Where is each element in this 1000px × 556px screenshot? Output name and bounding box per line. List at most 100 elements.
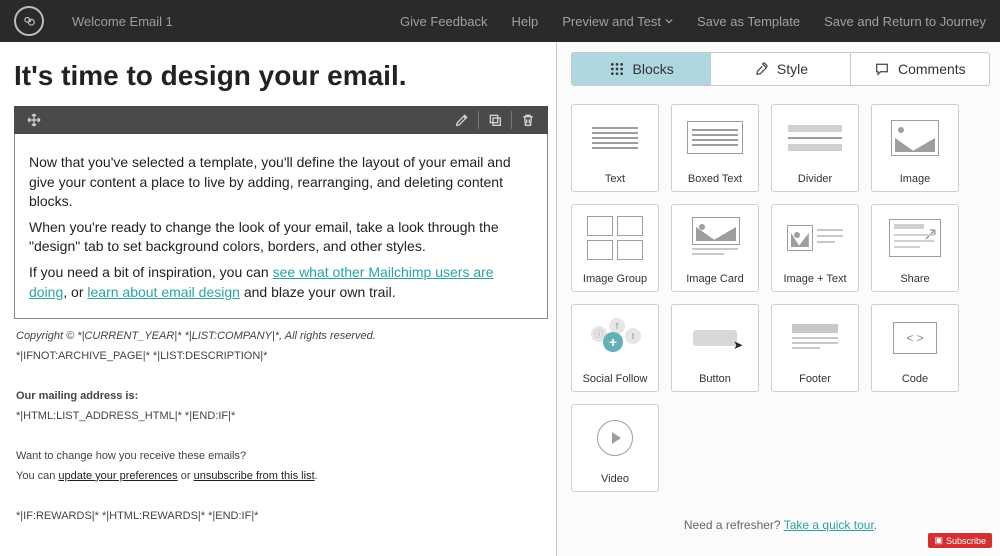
cursor-icon: ➤ xyxy=(733,338,743,352)
tab-comments-label: Comments xyxy=(898,61,966,77)
rewards-line: *|IF:REWARDS|* *|HTML:REWARDS|* *|END:IF… xyxy=(16,509,546,525)
tab-style[interactable]: Style xyxy=(710,53,849,85)
paintbrush-icon xyxy=(753,61,769,77)
block-label: Divider xyxy=(798,170,832,191)
block-label: Share xyxy=(900,270,929,291)
separator xyxy=(511,111,512,129)
text: , or xyxy=(63,284,87,300)
paragraph-1: Now that you've selected a template, you… xyxy=(29,153,533,212)
divider-icon xyxy=(772,105,858,170)
text: If you need a bit of inspiration, you ca… xyxy=(29,264,273,280)
save-return-link[interactable]: Save and Return to Journey xyxy=(824,14,986,29)
email-heading[interactable]: It's time to design your email. xyxy=(14,60,548,92)
block-image-card[interactable]: Image Card xyxy=(671,204,759,292)
footer-block[interactable]: Copyright © *|CURRENT_YEAR|* *|LIST:COMP… xyxy=(14,319,548,534)
block-text[interactable]: Text xyxy=(571,104,659,192)
edit-button[interactable] xyxy=(448,106,476,134)
prefs-links-line: You can update your preferences or unsub… xyxy=(16,469,546,485)
archive-line: *|IFNOT:ARCHIVE_PAGE|* *|LIST:DESCRIPTIO… xyxy=(16,349,546,365)
block-label: Video xyxy=(601,470,629,491)
address-merge: *|HTML:LIST_ADDRESS_HTML|* *|END:IF|* xyxy=(16,409,546,425)
block-label: Image Group xyxy=(583,270,647,291)
block-content[interactable]: Now that you've selected a template, you… xyxy=(29,117,533,302)
link-email-design[interactable]: learn about email design xyxy=(87,284,240,300)
block-label: Image Card xyxy=(686,270,743,291)
change-prefs-line: Want to change how you receive these ema… xyxy=(16,449,546,465)
boxed-text-icon xyxy=(672,105,758,170)
text-icon xyxy=(572,105,658,170)
address-label: Our mailing address is: xyxy=(16,389,546,405)
social-follow-icon: ⓘft+ xyxy=(572,305,658,370)
copyright-line: Copyright © *|CURRENT_YEAR|* *|LIST:COMP… xyxy=(16,329,546,345)
email-canvas: It's time to design your email. xyxy=(0,42,557,556)
image-icon xyxy=(872,105,958,170)
image-text-icon xyxy=(772,205,858,270)
help-link[interactable]: Help xyxy=(511,14,538,29)
block-social-follow[interactable]: ⓘft+ Social Follow xyxy=(571,304,659,392)
share-icon: ↗ xyxy=(872,205,958,270)
paragraph-2: When you're ready to change the look of … xyxy=(29,218,533,257)
update-preferences-link[interactable]: update your preferences xyxy=(58,470,177,482)
block-divider[interactable]: Divider xyxy=(771,104,859,192)
block-label: Boxed Text xyxy=(688,170,742,191)
block-video[interactable]: Video xyxy=(571,404,659,492)
block-label: Social Follow xyxy=(583,370,648,391)
topbar-left: Welcome Email 1 xyxy=(14,6,173,36)
block-footer[interactable]: Footer xyxy=(771,304,859,392)
block-boxed-text[interactable]: Boxed Text xyxy=(671,104,759,192)
comment-icon xyxy=(874,61,890,77)
text: and blaze your own trail. xyxy=(240,284,396,300)
tab-blocks[interactable]: Blocks xyxy=(572,53,710,85)
footer-icon xyxy=(772,305,858,370)
duplicate-button[interactable] xyxy=(481,106,509,134)
panel-tabs: Blocks Style Comments xyxy=(571,52,990,86)
mailchimp-logo[interactable] xyxy=(14,6,44,36)
block-share[interactable]: ↗ Share xyxy=(871,204,959,292)
save-template-link[interactable]: Save as Template xyxy=(697,14,800,29)
button-icon: ➤ xyxy=(672,305,758,370)
paragraph-3: If you need a bit of inspiration, you ca… xyxy=(29,263,533,302)
text: Need a refresher? xyxy=(684,518,784,532)
give-feedback-link[interactable]: Give Feedback xyxy=(400,14,487,29)
video-icon xyxy=(572,405,658,470)
grid-icon xyxy=(609,61,625,77)
block-image[interactable]: Image xyxy=(871,104,959,192)
sidebar-panel: Blocks Style Comments Text Boxed Text xyxy=(557,42,1000,556)
block-code[interactable]: < > Code xyxy=(871,304,959,392)
tab-comments[interactable]: Comments xyxy=(850,53,989,85)
image-card-icon xyxy=(672,205,758,270)
move-handle[interactable] xyxy=(20,106,48,134)
campaign-title[interactable]: Welcome Email 1 xyxy=(72,14,173,29)
chevron-down-icon xyxy=(665,17,673,25)
text: You can xyxy=(16,470,58,482)
code-icon: < > xyxy=(872,305,958,370)
preview-test-menu[interactable]: Preview and Test xyxy=(562,14,673,29)
block-button[interactable]: ➤ Button xyxy=(671,304,759,392)
tab-style-label: Style xyxy=(777,61,808,77)
image-group-icon xyxy=(572,205,658,270)
block-image-text[interactable]: Image + Text xyxy=(771,204,859,292)
refresher-text: Need a refresher? Take a quick tour. xyxy=(571,518,990,532)
block-label: Text xyxy=(605,170,625,191)
bell-icon: ▣ xyxy=(934,535,943,546)
subscribe-label: Subscribe xyxy=(946,536,986,546)
block-label: Image + Text xyxy=(783,270,846,291)
quick-tour-link[interactable]: Take a quick tour xyxy=(784,518,874,532)
tab-blocks-label: Blocks xyxy=(633,61,674,77)
topbar-right: Give Feedback Help Preview and Test Save… xyxy=(400,14,986,29)
text: . xyxy=(874,518,877,532)
text: or xyxy=(178,470,194,482)
unsubscribe-link[interactable]: unsubscribe from this list xyxy=(194,470,315,482)
main: It's time to design your email. xyxy=(0,42,1000,556)
block-label: Code xyxy=(902,370,928,391)
text: . xyxy=(315,470,318,482)
delete-button[interactable] xyxy=(514,106,542,134)
separator xyxy=(478,111,479,129)
block-label: Footer xyxy=(799,370,831,391)
subscribe-badge[interactable]: ▣ Subscribe xyxy=(928,533,992,548)
block-label: Button xyxy=(699,370,731,391)
preview-test-label: Preview and Test xyxy=(562,14,661,29)
block-label: Image xyxy=(900,170,931,191)
selected-text-block[interactable]: Now that you've selected a template, you… xyxy=(14,106,548,319)
block-image-group[interactable]: Image Group xyxy=(571,204,659,292)
